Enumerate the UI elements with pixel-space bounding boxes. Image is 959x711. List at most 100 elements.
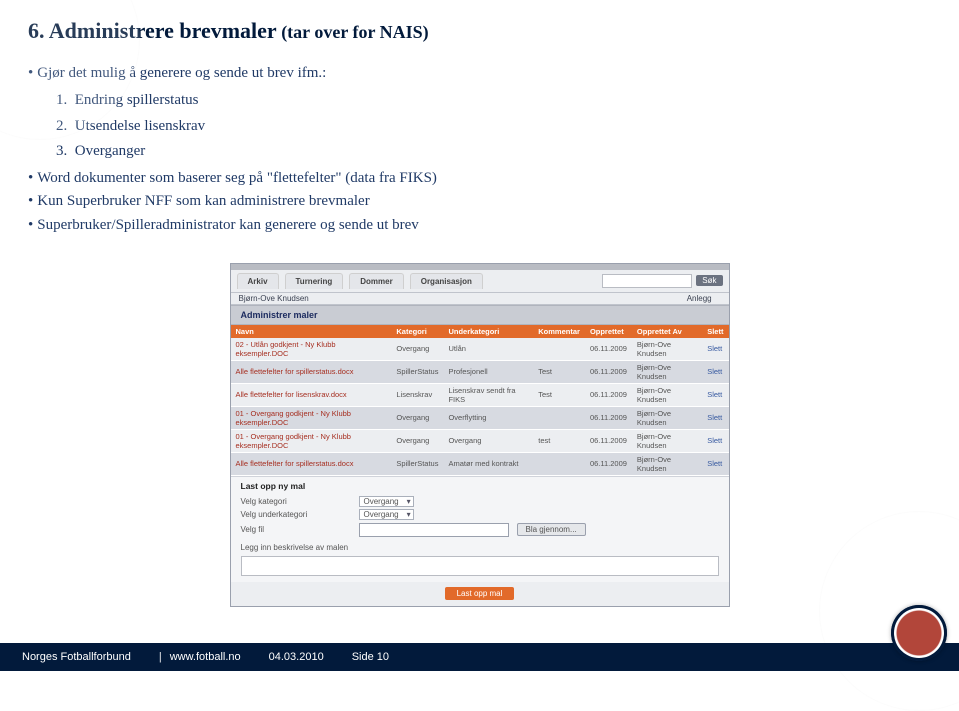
label-beskrivelse: Legg inn beskrivelse av malen bbox=[231, 539, 729, 552]
numlist-2-text: Utsendelse lisenskrav bbox=[75, 118, 205, 134]
col-kategori[interactable]: Kategori bbox=[391, 325, 443, 338]
numlist-3-text: Overganger bbox=[75, 143, 146, 159]
bullet-1-text: Gjør det mulig å generere og sende ut br… bbox=[37, 62, 326, 85]
cell-underkategori: Overgang bbox=[443, 429, 533, 452]
table-row: Alle flettefelter for lisenskrav.docxLis… bbox=[231, 383, 729, 406]
cell-navn[interactable]: 01 - Overgang godkjent - Ny Klubb eksemp… bbox=[231, 406, 392, 429]
bullet-dot: • bbox=[28, 190, 33, 213]
description-textarea[interactable] bbox=[241, 556, 719, 576]
cell-kommentar bbox=[533, 338, 585, 361]
col-underkategori[interactable]: Underkategori bbox=[443, 325, 533, 338]
tab-organisasjon[interactable]: Organisasjon bbox=[410, 273, 483, 289]
cell-navn[interactable]: Alle flettefelter for spillerstatus.docx bbox=[231, 360, 392, 383]
bullet-4-text: Superbruker/Spilleradministrator kan gen… bbox=[37, 214, 419, 237]
cell-navn[interactable]: 01 - Overgang godkjent - Ny Klubb eksemp… bbox=[231, 429, 392, 452]
cell-underkategori: Amatør med kontrakt bbox=[443, 452, 533, 475]
footer-page: Side 10 bbox=[352, 651, 389, 663]
cell-opprettet-av: Bjørn-Ove Knudsen bbox=[632, 429, 702, 452]
cell-kategori: Lisenskrav bbox=[391, 383, 443, 406]
select-underkategori[interactable]: Overgang bbox=[359, 509, 414, 520]
section-title-administrer: Administrer maler bbox=[231, 305, 729, 325]
upload-section-title: Last opp ny mal bbox=[231, 477, 729, 495]
bullet-3-text: Kun Superbruker NFF som kan administrere… bbox=[37, 190, 369, 213]
cell-opprettet: 06.11.2009 bbox=[585, 452, 632, 475]
numlist-3: 3. Overganger bbox=[56, 140, 931, 163]
cell-kategori: Overgang bbox=[391, 338, 443, 361]
table-row: Alle flettefelter for spillerstatus.docx… bbox=[231, 452, 729, 475]
bullet-dot: • bbox=[28, 62, 33, 85]
table-row: Alle flettefelter for spillerstatus.docx… bbox=[231, 360, 729, 383]
col-opprettet-av[interactable]: Opprettet Av bbox=[632, 325, 702, 338]
cell-opprettet: 06.11.2009 bbox=[585, 360, 632, 383]
title-main: 6. Administrere brevmaler bbox=[28, 18, 277, 43]
label-velg-fil: Velg fil bbox=[241, 525, 351, 534]
browse-button[interactable]: Bla gjennom... bbox=[517, 523, 586, 536]
page-title: 6. Administrere brevmaler (tar over for … bbox=[28, 18, 931, 44]
file-input[interactable] bbox=[359, 523, 509, 537]
footer-org: Norges Fotballforbund bbox=[22, 651, 131, 663]
cell-slett[interactable]: Slett bbox=[702, 338, 728, 361]
cell-opprettet-av: Bjørn-Ove Knudsen bbox=[632, 383, 702, 406]
upload-button[interactable]: Last opp mal bbox=[445, 587, 515, 600]
cell-underkategori: Utlån bbox=[443, 338, 533, 361]
cell-slett[interactable]: Slett bbox=[702, 406, 728, 429]
label-velg-underkategori: Velg underkategori bbox=[241, 510, 351, 519]
select-kategori[interactable]: Overgang bbox=[359, 496, 414, 507]
search-input[interactable] bbox=[602, 274, 692, 288]
cell-underkategori: Lisenskrav sendt fra FIKS bbox=[443, 383, 533, 406]
cell-slett[interactable]: Slett bbox=[702, 383, 728, 406]
numlist-1: 1. Endring spillerstatus bbox=[56, 89, 931, 112]
cell-opprettet-av: Bjørn-Ove Knudsen bbox=[632, 406, 702, 429]
bullet-dot: • bbox=[28, 167, 33, 190]
cell-opprettet-av: Bjørn-Ove Knudsen bbox=[632, 452, 702, 475]
col-opprettet[interactable]: Opprettet bbox=[585, 325, 632, 338]
bullet-3: •Kun Superbruker NFF som kan administrer… bbox=[28, 190, 931, 213]
label-velg-kategori: Velg kategori bbox=[241, 497, 351, 506]
cell-kategori: Overgang bbox=[391, 406, 443, 429]
cell-kommentar: test bbox=[533, 429, 585, 452]
cell-navn[interactable]: 02 - Utlån godkjent - Ny Klubb eksempler… bbox=[231, 338, 392, 361]
bullet-4: •Superbruker/Spilleradministrator kan ge… bbox=[28, 214, 931, 237]
cell-opprettet: 06.11.2009 bbox=[585, 406, 632, 429]
tab-turnering[interactable]: Turnering bbox=[285, 273, 344, 289]
footer-url: www.fotball.no bbox=[170, 651, 241, 663]
col-kommentar[interactable]: Kommentar bbox=[533, 325, 585, 338]
cell-slett[interactable]: Slett bbox=[702, 452, 728, 475]
nff-logo bbox=[891, 605, 947, 661]
bullet-dot: • bbox=[28, 214, 33, 237]
numlist-1-text: Endring spillerstatus bbox=[75, 92, 199, 108]
search-button[interactable]: Søk bbox=[696, 275, 722, 286]
col-navn[interactable]: Navn bbox=[231, 325, 392, 338]
cell-slett[interactable]: Slett bbox=[702, 429, 728, 452]
cell-opprettet: 06.11.2009 bbox=[585, 383, 632, 406]
table-row: 01 - Overgang godkjent - Ny Klubb eksemp… bbox=[231, 406, 729, 429]
cell-kommentar: Test bbox=[533, 360, 585, 383]
cell-kategori: SpillerStatus bbox=[391, 452, 443, 475]
title-suffix: (tar over for NAIS) bbox=[277, 22, 429, 42]
cell-underkategori: Profesjonell bbox=[443, 360, 533, 383]
tab-dommer[interactable]: Dommer bbox=[349, 273, 403, 289]
anlegg-link[interactable]: Anlegg bbox=[687, 294, 712, 303]
cell-opprettet-av: Bjørn-Ove Knudsen bbox=[632, 338, 702, 361]
cell-slett[interactable]: Slett bbox=[702, 360, 728, 383]
templates-table: Navn Kategori Underkategori Kommentar Op… bbox=[231, 325, 729, 476]
cell-navn[interactable]: Alle flettefelter for lisenskrav.docx bbox=[231, 383, 392, 406]
ss-tabbar: Arkiv Turnering Dommer Organisasjon Søk bbox=[231, 270, 729, 293]
cell-kategori: Overgang bbox=[391, 429, 443, 452]
cell-opprettet-av: Bjørn-Ove Knudsen bbox=[632, 360, 702, 383]
numlist-2: 2. Utsendelse lisenskrav bbox=[56, 115, 931, 138]
cell-opprettet: 06.11.2009 bbox=[585, 429, 632, 452]
table-row: 02 - Utlån godkjent - Ny Klubb eksempler… bbox=[231, 338, 729, 361]
current-user: Bjørn-Ove Knudsen bbox=[239, 294, 309, 303]
footer-sep: | bbox=[159, 651, 162, 663]
slide-footer: Norges Fotballforbund | www.fotball.no 0… bbox=[0, 643, 959, 671]
tab-arkiv[interactable]: Arkiv bbox=[237, 273, 279, 289]
bullet-2: •Word dokumenter som baserer seg på "fle… bbox=[28, 167, 931, 190]
cell-navn[interactable]: Alle flettefelter for spillerstatus.docx bbox=[231, 452, 392, 475]
bullet-1: •Gjør det mulig å generere og sende ut b… bbox=[28, 62, 931, 85]
cell-opprettet: 06.11.2009 bbox=[585, 338, 632, 361]
cell-kommentar bbox=[533, 452, 585, 475]
cell-kategori: SpillerStatus bbox=[391, 360, 443, 383]
embedded-screenshot: Arkiv Turnering Dommer Organisasjon Søk … bbox=[230, 263, 730, 607]
col-slett[interactable]: Slett bbox=[702, 325, 728, 338]
